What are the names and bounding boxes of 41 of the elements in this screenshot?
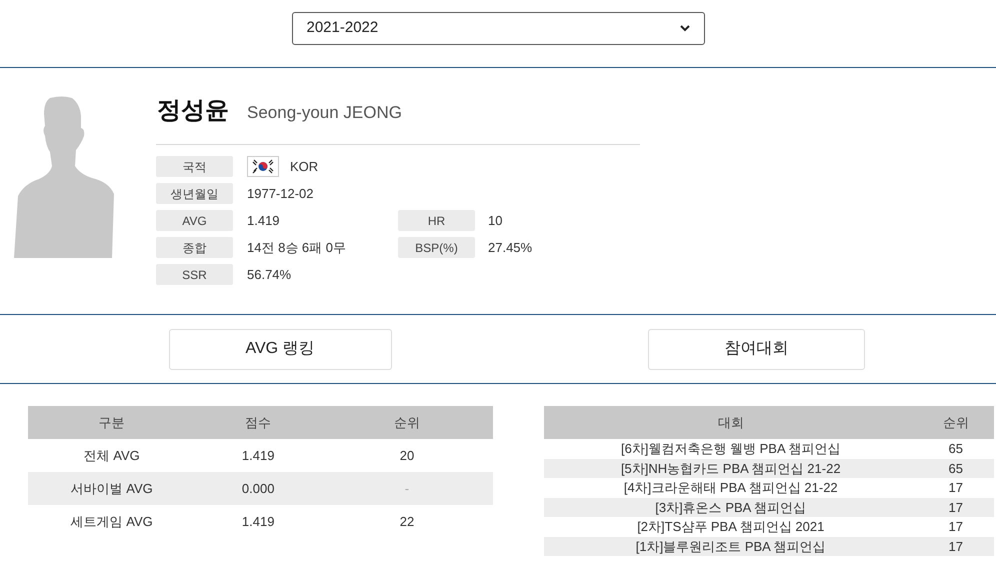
column-header: 점수 bbox=[195, 406, 321, 439]
field-label: 종합 bbox=[156, 237, 233, 258]
field-value: 56.74% bbox=[247, 266, 292, 284]
field-value: 1977-12-02 bbox=[247, 184, 314, 203]
player-name: 정성윤 bbox=[157, 96, 229, 126]
column-header: 대회 bbox=[544, 406, 918, 439]
field-value: 1.419 bbox=[247, 212, 280, 230]
table-cell: 17 bbox=[918, 498, 994, 517]
column-header: 순위 bbox=[320, 406, 493, 439]
table-cell: [4차]크라운해태 PBA 챔피언십 21-22 bbox=[544, 478, 918, 498]
field-label: SSR bbox=[156, 264, 233, 285]
field-value: KOR bbox=[290, 158, 318, 176]
field-label: 국적 bbox=[156, 156, 233, 177]
player-english-name: Seong-youn JEONG bbox=[247, 102, 402, 124]
table-cell: 20 bbox=[320, 439, 493, 472]
avg-ranking-button[interactable]: AVG 랭킹 bbox=[168, 328, 392, 370]
table-cell: 17 bbox=[918, 536, 994, 556]
table-cell: [2차]TS샴푸 PBA 챔피언십 2021 bbox=[544, 517, 918, 536]
table-cell: 65 bbox=[918, 458, 994, 478]
table-cell: [6차]웰컴저축은행 웰뱅 PBA 챔피언십 bbox=[544, 439, 918, 458]
table-cell: 전체 AVG bbox=[28, 439, 196, 472]
column-header: 순위 bbox=[918, 406, 994, 439]
season-value: 2021-2022 bbox=[306, 18, 378, 38]
table-cell: 서바이벌 AVG bbox=[28, 472, 196, 505]
field-label: BSP(%) bbox=[398, 237, 475, 258]
field-label: 생년월일 bbox=[156, 183, 233, 204]
table-cell: - bbox=[320, 472, 493, 505]
field-value: 10 bbox=[487, 212, 502, 230]
field-label: HR bbox=[398, 210, 475, 231]
table-cell: 1.419 bbox=[195, 439, 321, 472]
table-cell: [1차]블루원리조트 PBA 챔피언십 bbox=[544, 536, 918, 556]
table-cell: [3차]휴온스 PBA 챔피언십 bbox=[544, 498, 918, 517]
table-cell: 0.000 bbox=[195, 472, 321, 505]
tournaments-button[interactable]: 참여대회 bbox=[648, 328, 865, 370]
field-value: 27.45% bbox=[487, 238, 532, 257]
table-cell: [5차]NH농협카드 PBA 챔피언십 21-22 bbox=[544, 458, 918, 478]
field-label: AVG bbox=[156, 210, 233, 231]
column-header: 구분 bbox=[28, 406, 196, 439]
chevron-down-icon bbox=[680, 25, 690, 32]
season-dropdown[interactable]: 2021-2022 bbox=[292, 12, 704, 45]
field-value: 14전 8승 6패 0무 bbox=[247, 238, 346, 257]
